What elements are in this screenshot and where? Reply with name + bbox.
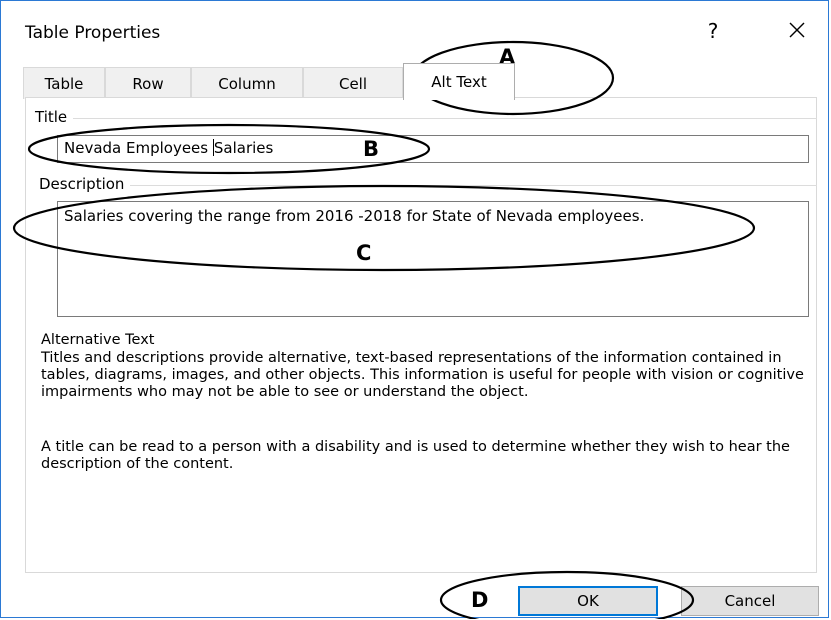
tab-row-label: Row	[132, 75, 164, 93]
tab-alt-text-label: Alt Text	[431, 73, 487, 91]
description-group-divider	[123, 185, 817, 186]
description-text: Salaries covering the range from 2016 -2…	[64, 207, 645, 225]
dialog-title: Table Properties	[25, 23, 161, 43]
alt-text-description: Titles and descriptions provide alternat…	[41, 350, 804, 400]
cancel-button[interactable]: Cancel	[681, 586, 819, 616]
help-button[interactable]: ?	[701, 19, 725, 43]
title-input-text-end: Salaries	[213, 139, 274, 157]
tab-table-label: Table	[44, 75, 84, 93]
title-group-divider	[71, 118, 817, 119]
ok-button[interactable]: OK	[518, 586, 658, 616]
annotation-label-d: D	[471, 588, 489, 612]
annotation-label-c: C	[356, 241, 372, 265]
close-button[interactable]	[782, 15, 812, 45]
title-label: Title	[35, 108, 74, 126]
tab-cell[interactable]: Cell	[303, 67, 403, 99]
annotation-label-b: B	[363, 137, 380, 161]
alt-text-title-note: A title can be read to a person with a d…	[41, 439, 790, 472]
description-label: Description	[39, 175, 131, 193]
tab-row[interactable]: Row	[105, 67, 191, 99]
tab-column-label: Column	[218, 75, 276, 93]
tab-alt-text[interactable]: Alt Text	[403, 63, 515, 100]
tab-column[interactable]: Column	[191, 67, 303, 99]
table-properties-dialog: Table Properties ? Table Row Column Cell…	[0, 0, 829, 619]
tab-cell-label: Cell	[338, 75, 368, 93]
description-textarea[interactable]: Salaries covering the range from 2016 -2…	[57, 201, 809, 317]
alt-text-heading: Alternative Text	[41, 332, 155, 348]
title-input[interactable]: Nevada Employees Salaries	[57, 135, 809, 163]
close-icon	[789, 22, 805, 38]
title-input-text-start: Nevada Employees	[64, 139, 213, 157]
title-bar: Table Properties ?	[1, 1, 828, 63]
tab-table[interactable]: Table	[23, 67, 105, 99]
